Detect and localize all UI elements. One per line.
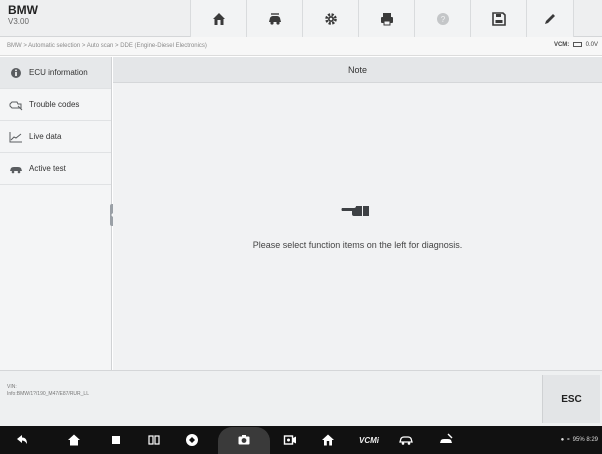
note-header: Note	[113, 57, 602, 83]
help-icon: ?	[436, 12, 449, 25]
esc-button[interactable]: ESC	[542, 375, 600, 423]
vcm-voltage: 0.0V	[585, 42, 598, 49]
status-tray: ● ⚬ 95% 8:29	[561, 436, 598, 443]
car-icon	[399, 436, 413, 445]
vcm-nav-label: VCMi	[359, 435, 379, 445]
square-icon	[112, 436, 120, 444]
top-toolbar: BMW V3.00 ?	[0, 0, 602, 37]
sidebar-item-label: Live data	[29, 132, 62, 141]
line-chart-icon	[9, 131, 22, 142]
sidebar-item-active-test[interactable]: Active test	[0, 153, 111, 185]
screenshot-button[interactable]	[232, 432, 256, 448]
vcm-status: VCM: 0.0V	[554, 42, 598, 48]
camera-icon	[238, 435, 250, 445]
diag-home-button[interactable]	[316, 432, 340, 448]
sidebar-item-label: Active test	[29, 164, 66, 173]
system-navbar: VCMi ● ⚬ 95% 8:29	[0, 426, 602, 454]
battery-time: 95% 8:29	[572, 437, 598, 443]
app-brand: BMW V3.00	[8, 4, 38, 27]
vehicle-info: VIN: Info:BMW/1?/190_M47/E87/RUR_LL	[7, 384, 89, 398]
sidebar-item-trouble-codes[interactable]: Trouble codes	[0, 89, 111, 121]
back-button[interactable]	[10, 432, 34, 448]
car-repair-icon	[440, 433, 453, 443]
save-icon	[491, 11, 506, 26]
pointing-hand-icon	[341, 206, 369, 216]
repair-button[interactable]	[434, 432, 458, 448]
vehicle-switch-button[interactable]	[246, 0, 302, 37]
car-test-icon	[10, 166, 22, 173]
edit-button[interactable]	[526, 0, 574, 37]
browser-icon	[186, 434, 198, 446]
screen-record-button[interactable]	[278, 432, 302, 448]
app-name: BMW	[8, 3, 38, 17]
vcm-label: VCM:	[553, 42, 570, 49]
back-arrow-icon	[17, 435, 27, 444]
svg-text:?: ?	[440, 15, 445, 24]
sidebar-item-ecu-information[interactable]: ECU information	[0, 57, 111, 89]
info-line: Info:BMW/1?/190_M47/E87/RUR_LL	[7, 391, 89, 397]
settings-gear-icon	[324, 12, 337, 25]
function-sidebar: ECU information Trouble codes Live data …	[0, 57, 112, 370]
sidebar-item-label: Trouble codes	[29, 100, 80, 109]
instruction-message: Please select function items on the left…	[252, 240, 463, 250]
print-button[interactable]	[358, 0, 414, 37]
split-screen-icon	[148, 435, 160, 445]
home-button[interactable]	[190, 0, 246, 37]
vehicle-info-bar: VIN: Info:BMW/1?/190_M47/E87/RUR_LL ESC	[0, 370, 602, 426]
status-icons: ● ⚬	[560, 437, 573, 443]
save-button[interactable]	[470, 0, 526, 37]
car-swap-icon	[268, 12, 281, 25]
main-content: Note Please select function items on the…	[113, 57, 602, 370]
battery-voltage-icon	[572, 42, 582, 47]
vin-label: VIN:	[7, 384, 17, 390]
split-screen-button[interactable]	[142, 432, 166, 448]
print-icon	[380, 12, 393, 25]
home-nav-button[interactable]	[62, 432, 86, 448]
vcm-button[interactable]: VCMi	[354, 432, 384, 448]
browser-button[interactable]	[180, 432, 204, 448]
home-icon	[212, 12, 225, 25]
settings-button[interactable]	[302, 0, 358, 37]
sidebar-item-label: ECU information	[29, 68, 88, 77]
edit-pencil-icon	[545, 13, 555, 24]
engine-trouble-icon	[9, 101, 23, 110]
breadcrumb: BMW > Automatic selection > Auto scan > …	[7, 43, 207, 49]
home-icon	[68, 434, 80, 446]
vehicle-button[interactable]	[394, 432, 418, 448]
home-icon	[322, 434, 334, 446]
breadcrumb-bar: BMW > Automatic selection > Auto scan > …	[0, 37, 602, 56]
help-button[interactable]: ?	[414, 0, 470, 37]
info-icon	[11, 67, 21, 78]
app-version: V3.00	[8, 17, 29, 26]
sidebar-item-live-data[interactable]: Live data	[0, 121, 111, 153]
video-record-icon	[283, 435, 296, 445]
recents-button[interactable]	[104, 432, 128, 448]
